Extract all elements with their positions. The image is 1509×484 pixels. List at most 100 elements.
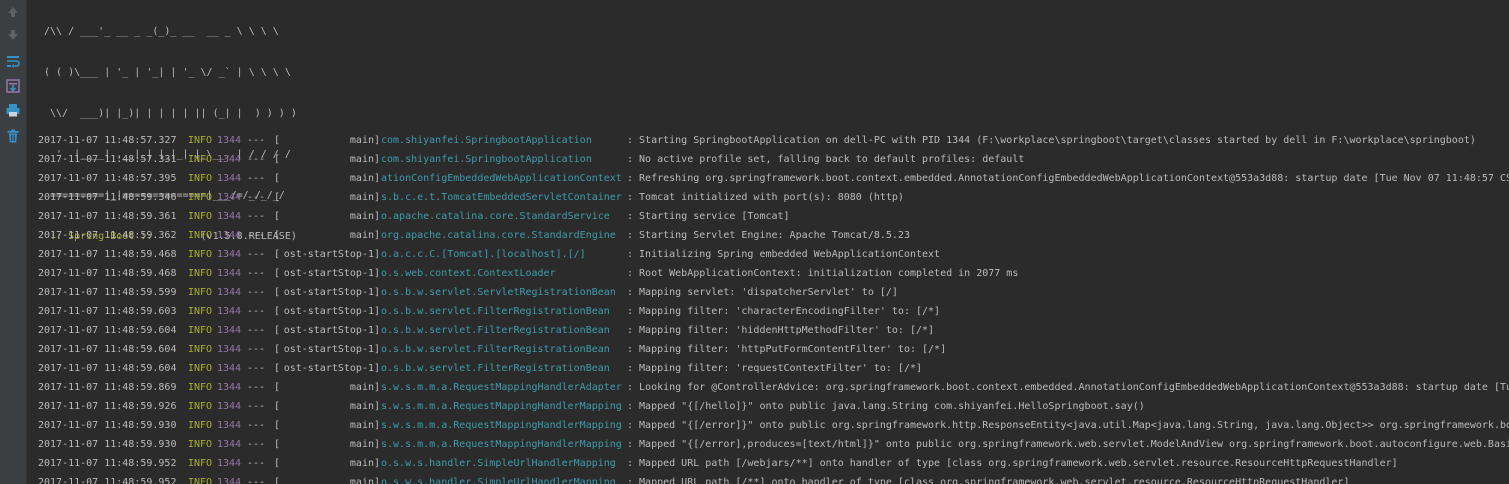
log-thread-bracket: ] xyxy=(374,249,381,260)
log-logger[interactable]: s.b.c.e.t.TomcatEmbeddedServletContainer xyxy=(381,188,622,207)
log-separator: --- xyxy=(247,363,266,374)
log-timestamp: 2017-11-07 11:48:59.362 xyxy=(38,230,177,241)
log-thread: [ost-startStop-1 xyxy=(274,302,374,321)
log-pid: 1344 xyxy=(217,249,242,260)
soft-wrap-icon[interactable] xyxy=(3,51,23,71)
log-separator: --- xyxy=(247,230,266,241)
log-logger[interactable]: o.s.b.w.servlet.FilterRegistrationBean xyxy=(381,302,610,321)
log-pid: 1344 xyxy=(217,458,242,469)
log-thread: [main xyxy=(274,473,374,484)
log-thread-name: main xyxy=(349,230,374,241)
banner-line: \\/ ___)| |_)| | | | | || (_| | ) ) ) ) xyxy=(44,108,297,119)
log-thread: [ost-startStop-1 xyxy=(274,321,374,340)
log-message: : No active profile set, falling back to… xyxy=(627,154,1025,165)
log-thread-bracket: ] xyxy=(374,287,381,298)
log-timestamp: 2017-11-07 11:48:59.604 xyxy=(38,363,177,374)
log-thread-bracket: ] xyxy=(374,477,381,484)
log-thread-name: ost-startStop-1 xyxy=(283,249,374,260)
log-pid: 1344 xyxy=(217,211,242,222)
log-timestamp: 2017-11-07 11:48:59.930 xyxy=(38,420,177,431)
log-logger[interactable]: o.s.b.w.servlet.FilterRegistrationBean xyxy=(381,359,610,378)
log-message: : Mapping servlet: 'dispatcherServlet' t… xyxy=(627,287,898,298)
log-thread-name: ost-startStop-1 xyxy=(283,363,374,374)
log-message: : Mapping filter: 'characterEncodingFilt… xyxy=(627,306,941,317)
log-pid: 1344 xyxy=(217,477,242,484)
log-level: INFO xyxy=(188,268,213,279)
log-thread: [main xyxy=(274,188,374,207)
log-message: : Initializing Spring embedded WebApplic… xyxy=(627,249,941,260)
log-thread-name: main xyxy=(349,382,374,393)
log-thread: [main xyxy=(274,226,374,245)
log-separator: --- xyxy=(247,135,266,146)
log-message: : Mapped "{[/hello]}" onto public java.l… xyxy=(627,401,1145,412)
log-separator: --- xyxy=(247,192,266,203)
log-pid: 1344 xyxy=(217,420,242,431)
up-arrow-icon[interactable] xyxy=(3,2,23,22)
log-logger[interactable]: o.a.c.c.C.[Tomcat].[localhost].[/] xyxy=(381,245,586,264)
log-logger[interactable]: s.w.s.m.m.a.RequestMappingHandlerMapping xyxy=(381,435,622,454)
log-logger[interactable]: o.s.b.w.servlet.ServletRegistrationBean xyxy=(381,283,616,302)
log-logger[interactable]: o.s.web.context.ContextLoader xyxy=(381,264,556,283)
log-logger[interactable]: o.apache.catalina.core.StandardService xyxy=(381,207,610,226)
log-thread-name: main xyxy=(349,420,374,431)
console-output[interactable]: /\\ / ___'_ __ _ _(_)_ __ __ _ \ \ \ \ (… xyxy=(27,0,1509,484)
log-thread-bracket: ] xyxy=(374,211,381,222)
log-message: : Mapping filter: 'requestContextFilter'… xyxy=(627,363,923,374)
log-thread-name: main xyxy=(349,135,374,146)
log-logger[interactable]: com.shiyanfei.SpringbootApplication xyxy=(381,131,592,150)
log-message: : Starting Servlet Engine: Apache Tomcat… xyxy=(627,230,910,241)
log-timestamp: 2017-11-07 11:48:57.331 xyxy=(38,154,177,165)
log-message: : Mapping filter: 'httpPutFormContentFil… xyxy=(627,344,947,355)
log-thread-name: main xyxy=(349,439,374,450)
log-level: INFO xyxy=(188,306,213,317)
log-logger[interactable]: com.shiyanfei.SpringbootApplication xyxy=(381,150,592,169)
log-separator: --- xyxy=(247,325,266,336)
log-separator: --- xyxy=(247,382,266,393)
log-timestamp: 2017-11-07 11:48:59.346 xyxy=(38,192,177,203)
log-thread-name: main xyxy=(349,458,374,469)
log-level: INFO xyxy=(188,230,213,241)
log-level: INFO xyxy=(188,363,213,374)
log-thread-name: ost-startStop-1 xyxy=(283,325,374,336)
log-logger[interactable]: s.w.s.m.m.a.RequestMappingHandlerAdapter xyxy=(381,378,622,397)
log-level: INFO xyxy=(188,477,213,484)
log-logger[interactable]: o.s.w.s.handler.SimpleUrlHandlerMapping xyxy=(381,454,616,473)
log-thread-bracket: ] xyxy=(374,268,381,279)
scroll-to-end-icon[interactable] xyxy=(3,76,23,96)
trash-icon[interactable] xyxy=(3,126,23,146)
log-thread-name: main xyxy=(349,192,374,203)
log-thread-bracket: ] xyxy=(374,230,381,241)
log-timestamp: 2017-11-07 11:48:59.599 xyxy=(38,287,177,298)
log-pid: 1344 xyxy=(217,230,242,241)
down-arrow-icon[interactable] xyxy=(3,25,23,45)
banner-line: ( ( )\___ | '_ | '_| | '_ \/ _` | \ \ \ … xyxy=(44,67,291,78)
log-thread-name: ost-startStop-1 xyxy=(283,287,374,298)
log-thread: [main xyxy=(274,131,374,150)
log-thread-bracket: ] xyxy=(374,420,381,431)
log-timestamp: 2017-11-07 11:48:59.952 xyxy=(38,458,177,469)
log-logger[interactable]: ationConfigEmbeddedWebApplicationContext xyxy=(381,169,622,188)
print-icon[interactable] xyxy=(3,100,23,120)
log-pid: 1344 xyxy=(217,154,242,165)
log-thread: [ost-startStop-1 xyxy=(274,340,374,359)
log-pid: 1344 xyxy=(217,287,242,298)
log-message: : Starting SpringbootApplication on dell… xyxy=(627,135,1476,146)
log-logger[interactable]: org.apache.catalina.core.StandardEngine xyxy=(381,226,616,245)
log-level: INFO xyxy=(188,154,213,165)
log-level: INFO xyxy=(188,135,213,146)
log-logger[interactable]: o.s.w.s.handler.SimpleUrlHandlerMapping xyxy=(381,473,616,484)
log-pid: 1344 xyxy=(217,344,242,355)
log-thread: [ost-startStop-1 xyxy=(274,359,374,378)
log-thread-bracket: ] xyxy=(374,401,381,412)
log-pid: 1344 xyxy=(217,439,242,450)
log-logger[interactable]: o.s.b.w.servlet.FilterRegistrationBean xyxy=(381,340,610,359)
log-logger[interactable]: s.w.s.m.m.a.RequestMappingHandlerMapping xyxy=(381,397,622,416)
log-timestamp: 2017-11-07 11:48:59.603 xyxy=(38,306,177,317)
log-level: INFO xyxy=(188,249,213,260)
log-thread-name: ost-startStop-1 xyxy=(283,344,374,355)
log-logger[interactable]: o.s.b.w.servlet.FilterRegistrationBean xyxy=(381,321,610,340)
log-level: INFO xyxy=(188,420,213,431)
log-logger[interactable]: s.w.s.m.m.a.RequestMappingHandlerMapping xyxy=(381,416,622,435)
log-pid: 1344 xyxy=(217,382,242,393)
log-pid: 1344 xyxy=(217,401,242,412)
